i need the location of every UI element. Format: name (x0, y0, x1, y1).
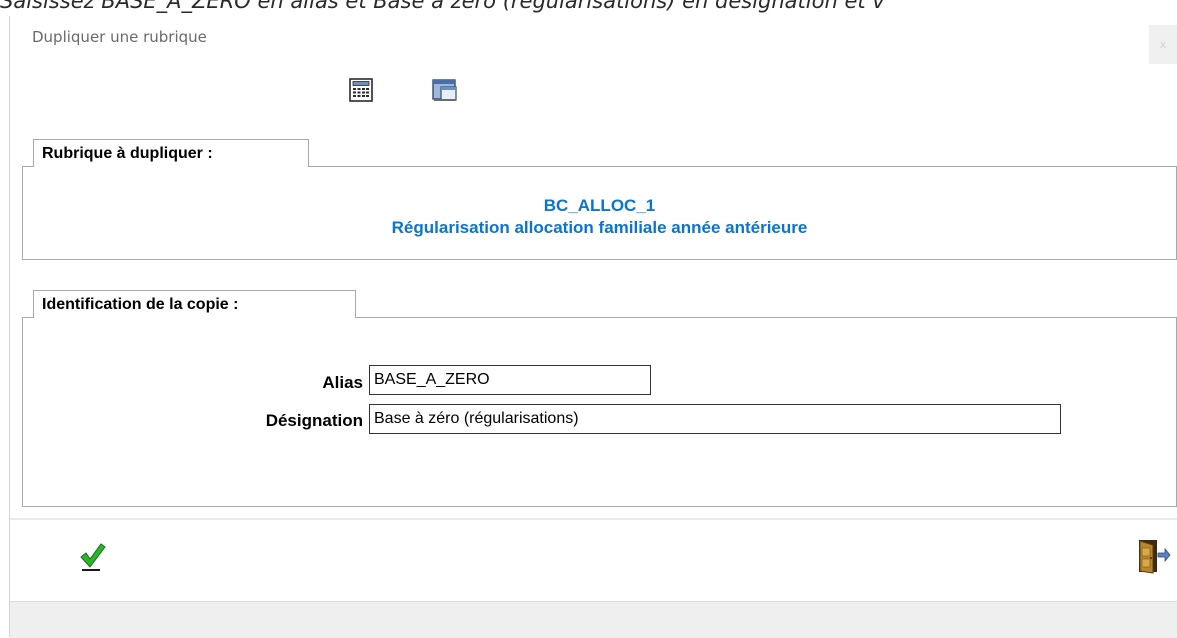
designation-label: Désignation (265, 411, 363, 430)
source-rubrique-designation: Régularisation allocation familiale anné… (391, 218, 808, 237)
copy-group-tab: Identification de la copie : (33, 290, 356, 318)
exit-door-icon (1139, 540, 1171, 574)
calculator-icon[interactable] (349, 78, 373, 102)
copy-group-title: Identification de la copie : (42, 296, 239, 313)
close-icon: x (1159, 38, 1167, 51)
source-rubrique-group: BC_ALLOC_1 Régularisation allocation fam… (22, 166, 1177, 260)
dialog-title: Dupliquer une rubrique (32, 28, 207, 46)
close-button[interactable]: x (1149, 25, 1177, 64)
source-group-title: Rubrique à dupliquer : (42, 145, 213, 162)
duplicate-rubrique-dialog: Dupliquer une rubrique x Rubrique à dupl… (9, 16, 1177, 638)
window-screen-icon[interactable] (432, 78, 457, 102)
source-group-tab: Rubrique à dupliquer : (33, 139, 309, 167)
footer-separator (10, 518, 1177, 520)
status-bar (10, 601, 1177, 638)
source-rubrique-alias: BC_ALLOC_1 (543, 196, 656, 215)
alias-label: Alias (322, 373, 363, 392)
exit-button[interactable] (1137, 538, 1171, 574)
instruction-text: Saisissez BASE_A_ZERO en alias et Base à… (0, 0, 885, 13)
alias-input[interactable] (369, 365, 651, 395)
dialog-titlebar: Dupliquer une rubrique x (10, 16, 1177, 66)
designation-input[interactable] (369, 404, 1061, 434)
copy-identification-group: Alias Désignation (22, 317, 1177, 507)
validate-button[interactable] (79, 542, 107, 572)
green-checkmark-icon (80, 543, 106, 571)
